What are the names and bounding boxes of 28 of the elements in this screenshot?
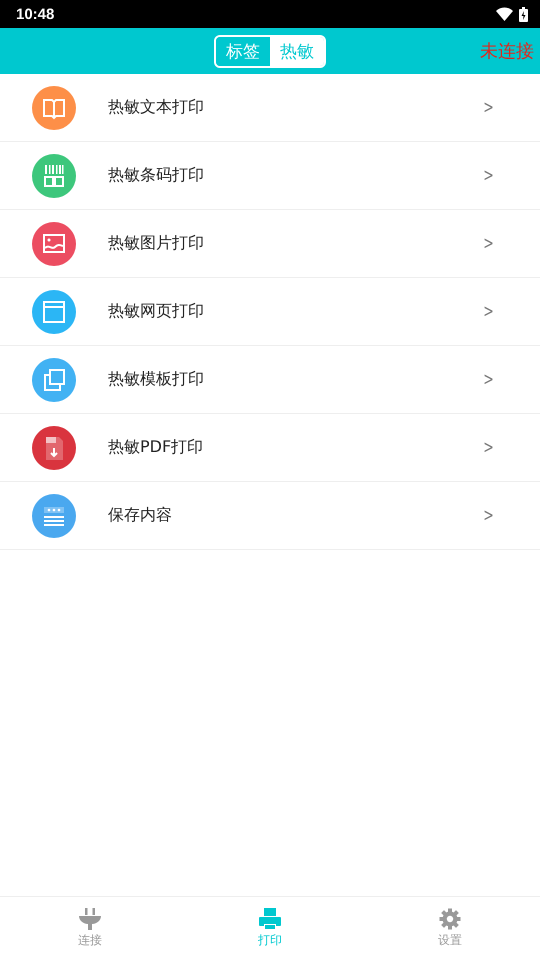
menu-label: 热敏图片打印 xyxy=(108,233,205,254)
battery-icon xyxy=(519,6,528,22)
chevron: > xyxy=(483,301,494,322)
menu-item[interactable]: 热敏图片打印 > xyxy=(0,210,540,278)
connection-status: 未连接 xyxy=(480,40,534,63)
chevron: > xyxy=(483,233,494,254)
chevron: > xyxy=(483,505,494,526)
menu-item[interactable]: 热敏模板打印 > xyxy=(0,346,540,414)
menu-label: 热敏PDF打印 xyxy=(108,437,204,458)
chevron: > xyxy=(483,165,494,186)
menu-item[interactable]: 热敏PDF打印 > xyxy=(0,414,540,482)
menu-item[interactable]: 保存内容 > xyxy=(0,482,540,550)
menu-item[interactable]: 热敏文本打印 > xyxy=(0,74,540,142)
gear-icon xyxy=(438,906,462,930)
printer-icon xyxy=(258,906,282,930)
wifi-icon xyxy=(496,7,513,21)
chevron: > xyxy=(483,369,494,390)
menu-label: 热敏文本打印 xyxy=(108,97,205,118)
chevron: > xyxy=(483,437,494,458)
menu-label: 热敏模板打印 xyxy=(108,369,205,390)
menu-label: 保存内容 xyxy=(108,505,173,526)
status-time: 10:48 xyxy=(16,6,54,22)
chevron: > xyxy=(483,97,494,118)
menu-label: 热敏条码打印 xyxy=(108,165,205,186)
menu-item[interactable]: 热敏网页打印 > xyxy=(0,278,540,346)
menu-label: 热敏网页打印 xyxy=(108,301,205,322)
menu-item[interactable]: 热敏条码打印 > xyxy=(0,142,540,210)
plug-icon xyxy=(78,906,102,930)
